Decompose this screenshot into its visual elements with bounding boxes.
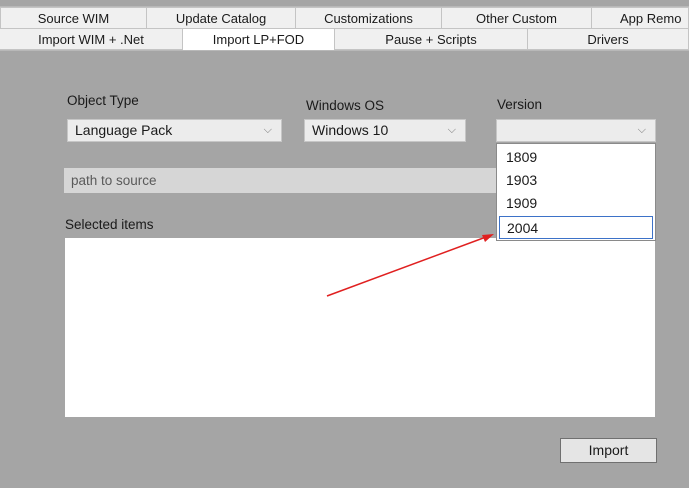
path-to-source-input[interactable]: [64, 168, 496, 193]
tab-customizations[interactable]: Customizations: [296, 7, 442, 29]
tab-import-wim-net[interactable]: Import WIM + .Net: [0, 28, 183, 50]
windows-os-value: Windows 10: [312, 122, 389, 138]
tab-row-bottom: Import WIM + .Net Import LP+FOD Pause + …: [0, 28, 689, 51]
version-option-1809[interactable]: 1809: [499, 146, 653, 169]
version-option-2004[interactable]: 2004: [499, 216, 653, 239]
object-type-select[interactable]: Language Pack ⌵: [67, 119, 282, 142]
tab-row-top: Source WIM Update Catalog Customizations…: [0, 6, 689, 29]
chevron-down-icon: ⌵: [637, 124, 646, 136]
tab-app-remove[interactable]: App Remo: [592, 7, 689, 29]
object-type-value: Language Pack: [75, 122, 173, 138]
version-label: Version: [497, 97, 543, 112]
windows-os-label: Windows OS: [306, 98, 385, 113]
tab-drivers[interactable]: Drivers: [528, 28, 689, 50]
chevron-down-icon: ⌵: [263, 124, 272, 136]
object-type-label: Object Type: [67, 93, 139, 108]
selected-items-label: Selected items: [65, 217, 154, 232]
tab-source-wim[interactable]: Source WIM: [0, 7, 147, 29]
version-select[interactable]: ⌵: [496, 119, 656, 142]
tab-import-lp-fod[interactable]: Import LP+FOD: [183, 28, 335, 50]
version-dropdown-list: 1809 1903 1909 2004: [496, 143, 656, 241]
tab-update-catalog[interactable]: Update Catalog: [147, 7, 296, 29]
tab-pause-scripts[interactable]: Pause + Scripts: [335, 28, 528, 50]
windows-os-select[interactable]: Windows 10 ⌵: [304, 119, 466, 142]
selected-items-list[interactable]: [65, 238, 655, 417]
chevron-down-icon: ⌵: [447, 124, 456, 136]
tab-other-custom[interactable]: Other Custom: [442, 7, 592, 29]
import-button[interactable]: Import: [560, 438, 657, 463]
version-option-1909[interactable]: 1909: [499, 192, 653, 215]
version-option-1903[interactable]: 1903: [499, 169, 653, 192]
